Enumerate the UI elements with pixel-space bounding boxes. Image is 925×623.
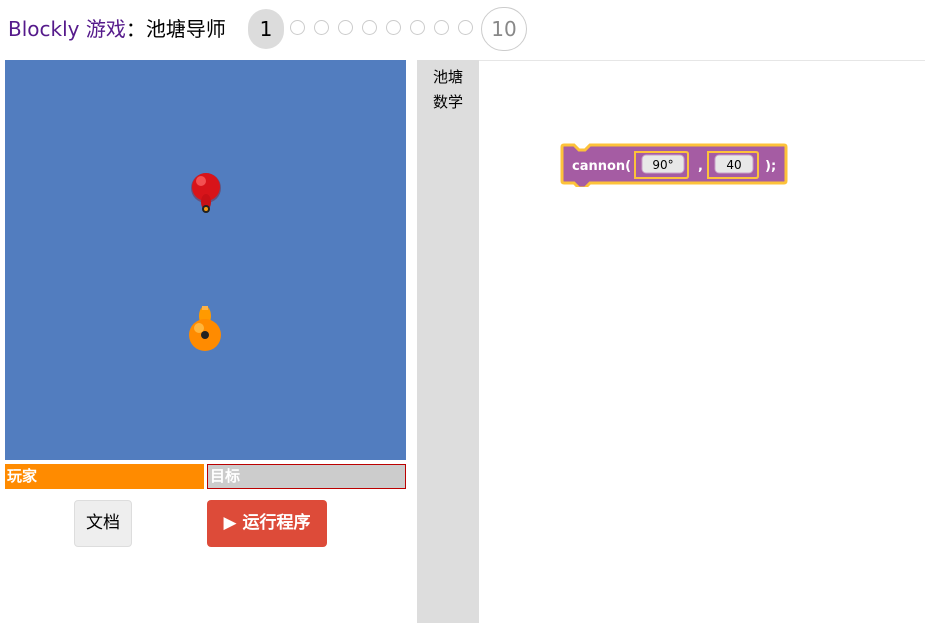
player-health-bar: 玩家 <box>5 464 204 489</box>
block-end-label: ); <box>765 159 776 174</box>
level-7-dot[interactable] <box>410 20 425 35</box>
toolbox-category-pond[interactable]: 池塘 <box>417 66 479 87</box>
pond-visualization <box>5 60 406 460</box>
target-duck-icon <box>191 173 221 213</box>
comma-label: , <box>698 159 703 174</box>
level-2-dot[interactable] <box>290 20 305 35</box>
toolbox-category-math[interactable]: 数学 <box>417 91 479 112</box>
run-program-label: 运行程序 <box>242 513 311 533</box>
blockly-games-link[interactable]: Blockly 游戏 <box>8 17 126 41</box>
level-10-button[interactable]: 10 <box>481 7 527 51</box>
cannon-function-label: cannon( <box>572 159 631 174</box>
level-6-dot[interactable] <box>386 20 401 35</box>
level-4-dot[interactable] <box>338 20 353 35</box>
run-program-button[interactable]: ▶ 运行程序 <box>207 500 327 547</box>
level-name: 池塘导师 <box>145 17 226 41</box>
angle-value: 90° <box>652 158 673 172</box>
play-icon: ▶ <box>223 513 237 533</box>
distance-value: 40 <box>726 158 741 172</box>
title-separator: ： <box>125 17 146 41</box>
cannon-block[interactable]: cannon( 90° , 40 ); <box>560 141 790 187</box>
header: Blockly 游戏：池塘导师 1 10 <box>0 0 925 60</box>
player-duck-icon <box>189 306 221 351</box>
blockly-toolbox: 池塘 数学 <box>417 60 479 623</box>
level-1-button[interactable]: 1 <box>248 9 284 49</box>
level-3-dot[interactable] <box>314 20 329 35</box>
level-5-dot[interactable] <box>362 20 377 35</box>
target-health-bar: 目标 <box>207 464 406 489</box>
page-title: Blockly 游戏：池塘导师 <box>8 16 226 42</box>
level-9-dot[interactable] <box>458 20 473 35</box>
docs-button[interactable]: 文档 <box>74 500 132 547</box>
level-8-dot[interactable] <box>434 20 449 35</box>
pond-canvas <box>189 173 221 351</box>
